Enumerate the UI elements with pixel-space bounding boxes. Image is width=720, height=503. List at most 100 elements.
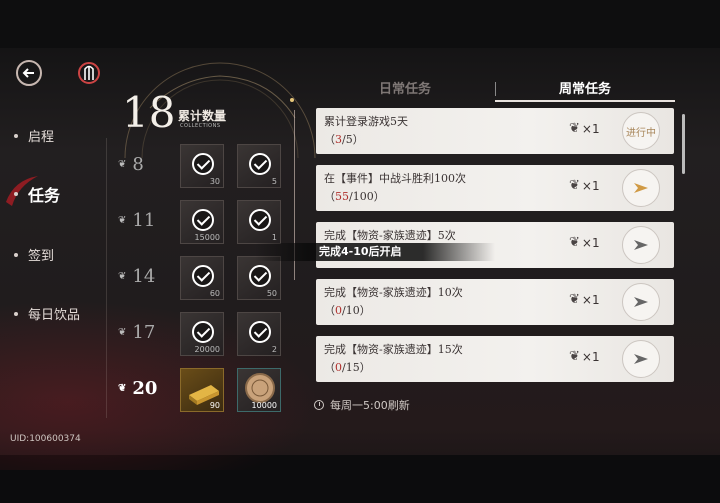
milestone-level-value: 11: [132, 210, 156, 231]
progress-total: /10: [342, 304, 360, 317]
task-tabs: 日常任务 周常任务: [315, 78, 675, 102]
bullet-icon: [14, 192, 18, 196]
task-title: 在【事件】中战斗胜利100次: [324, 172, 466, 185]
fleur-icon: ❦: [118, 271, 127, 282]
milestone-row: ❦ 17 20000 2: [106, 306, 296, 362]
reward-qty: 2: [271, 345, 277, 354]
task-scrollbar[interactable]: [682, 114, 685, 174]
track-line: [106, 194, 107, 250]
menu-button[interactable]: [77, 60, 101, 86]
fleur-icon: ❦: [118, 327, 127, 338]
reward-item[interactable]: 60: [180, 256, 224, 300]
fleur-icon: ❦: [118, 383, 127, 394]
task-card: 完成【物资-家族遗迹】10次 （0/10） ❦ ×1: [316, 279, 674, 325]
go-button[interactable]: [622, 283, 660, 321]
claimed-check-icon: [192, 153, 214, 175]
back-arrow-icon: [22, 68, 34, 78]
arrow-forward-icon: [634, 354, 648, 364]
reward-qty: 90: [209, 401, 220, 410]
task-card: 在【事件】中战斗胜利100次 （55/100） ❦ ×1: [316, 165, 674, 211]
reward-qty: 10000: [251, 401, 277, 410]
collection-count: 18: [122, 88, 176, 137]
nav-item-qicheng[interactable]: 启程: [14, 126, 54, 145]
progress-total: /5: [342, 133, 353, 146]
arrow-forward-icon: [634, 183, 648, 193]
reward-qty: 60: [209, 289, 220, 298]
bullet-icon: [14, 311, 18, 316]
nav-item-label: 每日饮品: [28, 308, 81, 323]
task-card: 累计登录游戏5天 （3/5） ❦ ×1 进行中: [316, 108, 674, 154]
go-button[interactable]: [622, 169, 660, 207]
nav-item-label: 签到: [28, 249, 55, 264]
milestone-level-value: 8: [132, 154, 144, 175]
tab-weekly[interactable]: 周常任务: [495, 78, 675, 97]
emblem-icon: [78, 62, 100, 84]
claimed-check-icon: [249, 321, 271, 343]
collection-label: 累计数量: [178, 109, 227, 123]
reward-item-gold-bar[interactable]: 90: [180, 368, 224, 412]
locked-tooltip: 完成4-10后开启: [255, 243, 495, 261]
back-button[interactable]: [16, 60, 42, 86]
task-progress: （0/15）: [324, 361, 371, 374]
task-reward: ❦ ×1: [569, 349, 600, 364]
reward-item[interactable]: 50: [237, 256, 281, 300]
task-reward: ❦ ×1: [569, 178, 600, 193]
claimed-check-icon: [192, 321, 214, 343]
progress-total: /100: [349, 190, 374, 203]
milestone-level: ❦ 20: [118, 378, 157, 399]
reward-token-icon: ❦: [569, 292, 580, 307]
go-button[interactable]: [622, 226, 660, 264]
milestone-level: ❦ 11: [118, 210, 155, 231]
tab-underline: [495, 100, 675, 102]
uid-text: UID:100600374: [10, 434, 81, 444]
task-reward: ❦ ×1: [569, 292, 600, 307]
game-screen: 启程 任务 签到 每日饮品 UID:100600374 18 累计数量 COLL…: [0, 0, 720, 503]
reward-count: ×1: [581, 292, 600, 307]
reward-item[interactable]: 1: [237, 200, 281, 244]
tab-daily[interactable]: 日常任务: [315, 78, 495, 97]
bullet-icon: [14, 252, 18, 257]
top-letterbox: [0, 0, 720, 48]
progress-current: 0: [335, 361, 342, 374]
arrow-forward-icon: [634, 297, 648, 307]
fleur-icon: ❦: [118, 159, 127, 170]
claimed-check-icon: [249, 209, 271, 231]
track-line: [106, 362, 107, 418]
milestone-level-value: 14: [132, 266, 156, 287]
nav-item-label: 任务: [28, 186, 61, 205]
reward-item[interactable]: 15000: [180, 200, 224, 244]
reward-count: ×1: [581, 235, 600, 250]
task-card: 完成【物资-家族遗迹】15次 （0/15） ❦ ×1: [316, 336, 674, 382]
milestone-list: ❦ 8 30 5 ❦ 11 15000 1 ❦ 14 60 50 ❦ 17 20000 …: [106, 138, 296, 418]
claimed-check-icon: [192, 209, 214, 231]
reward-token-icon: ❦: [569, 349, 580, 364]
reward-item[interactable]: 20000: [180, 312, 224, 356]
reward-qty: 50: [266, 289, 277, 298]
reward-item-coin[interactable]: 10000: [237, 368, 281, 412]
task-progress: （3/5）: [324, 133, 364, 146]
claimed-check-icon: [249, 265, 271, 287]
reward-qty: 1: [271, 233, 277, 242]
reward-count: ×1: [581, 121, 600, 136]
task-title: 完成【物资-家族遗迹】5次: [324, 229, 456, 242]
refresh-text: 每周一5:00刷新: [330, 399, 410, 412]
reward-qty: 20000: [194, 345, 220, 354]
milestone-row: ❦ 8 30 5: [106, 138, 296, 194]
nav-item-renwu[interactable]: 任务: [6, 176, 61, 206]
progress-current: 3: [335, 133, 342, 146]
reward-item[interactable]: 5: [237, 144, 281, 188]
reward-count: ×1: [581, 178, 600, 193]
claimed-check-icon: [249, 153, 271, 175]
reward-item[interactable]: 30: [180, 144, 224, 188]
milestone-level-value: 17: [132, 322, 156, 343]
fleur-icon: ❦: [118, 215, 127, 226]
in-progress-badge: 进行中: [622, 112, 660, 150]
nav-item-daily-drink[interactable]: 每日饮品: [14, 304, 80, 323]
task-reward: ❦ ×1: [569, 235, 600, 250]
track-line: [106, 250, 107, 306]
nav-item-qiandao[interactable]: 签到: [14, 245, 54, 264]
reward-item[interactable]: 2: [237, 312, 281, 356]
nav-item-label: 启程: [28, 130, 55, 145]
go-button[interactable]: [622, 340, 660, 378]
track-line: [106, 306, 107, 362]
